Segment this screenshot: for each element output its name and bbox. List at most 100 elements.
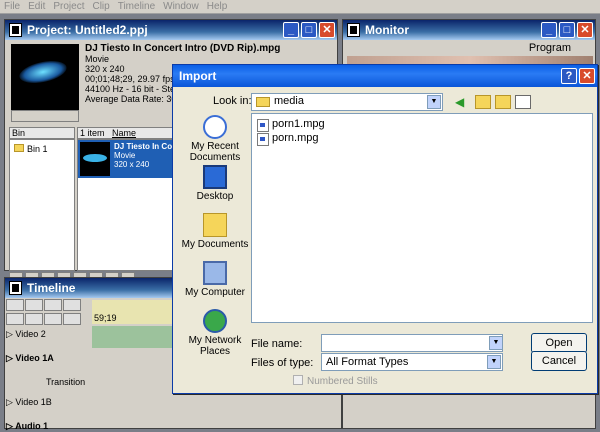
minimize-button[interactable]: _ xyxy=(283,22,299,38)
timeline-title: Timeline xyxy=(27,281,76,295)
bin-item-label: Bin 1 xyxy=(27,144,48,154)
help-button[interactable]: ? xyxy=(561,68,577,84)
chevron-down-icon[interactable]: ▼ xyxy=(427,95,441,109)
menu-project[interactable]: Project xyxy=(49,0,88,14)
project-title: Project: Untitled2.ppj xyxy=(27,23,148,37)
track-video-1b[interactable]: ▷ Video 1B xyxy=(6,396,92,408)
preview-play-control[interactable] xyxy=(11,110,79,122)
close-button[interactable]: ✕ xyxy=(579,68,595,84)
places-label: My Network Places xyxy=(188,335,242,357)
places-my-documents[interactable]: My Documents xyxy=(179,213,251,250)
program-label: Program xyxy=(528,42,571,54)
marquee-tool-icon[interactable] xyxy=(25,299,43,311)
track-label: Video 2 xyxy=(15,329,46,339)
look-in-dropdown[interactable]: media ▼ xyxy=(251,93,443,111)
selection-tool-icon[interactable] xyxy=(6,299,24,311)
video-2-track-area[interactable] xyxy=(92,326,172,348)
places-recent-documents[interactable]: My Recent Documents xyxy=(179,115,251,163)
numbered-stills-label: Numbered Stills xyxy=(307,376,378,387)
places-label: Desktop xyxy=(196,191,234,202)
numbered-stills-checkbox[interactable]: Numbered Stills xyxy=(293,375,378,387)
cancel-button[interactable]: Cancel xyxy=(531,351,587,371)
monitor-title-bar[interactable]: Monitor _ □ ✕ xyxy=(343,20,595,40)
places-my-network[interactable]: My Network Places xyxy=(179,309,251,357)
up-folder-icon[interactable] xyxy=(475,95,491,109)
track-transition[interactable]: Transition xyxy=(6,376,92,388)
bin-column-header[interactable]: Bin xyxy=(9,127,75,139)
documents-folder-icon xyxy=(203,213,227,237)
file-item[interactable]: porn.mpg xyxy=(256,132,318,146)
desktop-icon xyxy=(203,165,227,189)
menu-file[interactable]: File xyxy=(0,0,24,14)
project-title-bar[interactable]: Project: Untitled2.ppj _ □ ✕ xyxy=(5,20,337,40)
file-item[interactable]: porn1.mpg xyxy=(256,118,325,132)
places-my-computer[interactable]: My Computer xyxy=(179,261,251,298)
bin-pane: Bin 1 xyxy=(9,139,75,271)
network-globe-icon xyxy=(203,309,227,333)
clock-icon xyxy=(203,115,227,139)
places-label: My Computer xyxy=(184,287,245,298)
file-name-input[interactable] xyxy=(321,334,503,352)
monitor-icon xyxy=(347,23,360,37)
computer-icon xyxy=(203,261,227,285)
new-folder-icon[interactable] xyxy=(495,95,511,109)
maximize-button[interactable]: □ xyxy=(301,22,317,38)
view-menu-icon[interactable] xyxy=(515,95,531,109)
razor-tool-icon[interactable] xyxy=(44,299,62,311)
hand-tool-icon[interactable] xyxy=(6,312,24,325)
track-video-2[interactable]: ▷ Video 2 xyxy=(6,328,92,340)
zoom-tool-icon[interactable] xyxy=(25,312,43,325)
files-of-type-select[interactable]: All Format Types ▼ xyxy=(321,353,503,371)
places-desktop[interactable]: Desktop xyxy=(179,165,251,202)
track-label: Video 1A xyxy=(15,353,54,363)
clip-thumbnail xyxy=(80,142,110,176)
timeline-icon xyxy=(9,281,22,295)
import-dialog: Import ? ✕ Look in: media ▼ ◀ My Recent … xyxy=(172,64,598,394)
folder-icon xyxy=(14,144,24,152)
file-name-label: File name: xyxy=(251,338,303,350)
dialog-title: Import xyxy=(179,69,217,83)
track-video-1a[interactable]: ▷ Video 1A xyxy=(6,352,92,364)
clip-file-name: DJ Tiesto In Concert Intro (DVD Rip).mpg xyxy=(85,43,281,54)
track-label: Audio 1 xyxy=(15,421,49,431)
track-audio-1[interactable]: ▷ Audio 1 xyxy=(6,420,92,432)
menu-timeline[interactable]: Timeline xyxy=(114,0,159,14)
menu-window[interactable]: Window xyxy=(159,0,203,14)
files-of-type-value: All Format Types xyxy=(326,356,409,368)
menu-clip[interactable]: Clip xyxy=(88,0,113,14)
file-list: porn1.mpg porn.mpg xyxy=(251,113,593,323)
places-label: My Recent Documents xyxy=(189,141,241,163)
look-in-value: media xyxy=(274,95,304,107)
timeline-toolbox xyxy=(6,299,86,325)
look-in-label: Look in: xyxy=(213,95,252,107)
maximize-button[interactable]: □ xyxy=(559,22,575,38)
ripple-tool-icon[interactable] xyxy=(44,312,62,325)
items-count: 1 item xyxy=(80,128,105,138)
clip-info-line: Movie xyxy=(85,54,110,64)
timecode-label: 59;19 xyxy=(94,313,117,323)
minimize-button[interactable]: _ xyxy=(541,22,557,38)
dialog-title-bar[interactable]: Import ? ✕ xyxy=(173,65,597,87)
name-column-header[interactable]: Name xyxy=(112,128,136,138)
clip-preview-thumbnail xyxy=(11,44,79,110)
checkbox-box[interactable] xyxy=(293,375,303,385)
bin-item[interactable]: Bin 1 xyxy=(14,144,48,154)
nav-toolbar: ◀ xyxy=(455,93,535,111)
menu-help[interactable]: Help xyxy=(203,0,232,14)
open-button[interactable]: Open xyxy=(531,333,587,353)
close-button[interactable]: ✕ xyxy=(319,22,335,38)
chevron-down-icon[interactable]: ▼ xyxy=(489,336,503,350)
menu-edit[interactable]: Edit xyxy=(24,0,49,14)
back-icon[interactable]: ◀ xyxy=(455,95,471,109)
link-tool-icon[interactable] xyxy=(63,299,81,311)
project-icon xyxy=(9,23,22,37)
places-label: My Documents xyxy=(181,239,249,250)
places-bar: My Recent Documents Desktop My Documents… xyxy=(179,113,251,363)
monitor-title: Monitor xyxy=(365,23,409,37)
menu-bar: File Edit Project Clip Timeline Window Help xyxy=(0,0,600,14)
fade-tool-icon[interactable] xyxy=(63,312,81,325)
folder-icon xyxy=(256,97,270,107)
chevron-down-icon[interactable]: ▼ xyxy=(487,355,501,369)
close-button[interactable]: ✕ xyxy=(577,22,593,38)
files-of-type-label: Files of type: xyxy=(251,357,314,369)
